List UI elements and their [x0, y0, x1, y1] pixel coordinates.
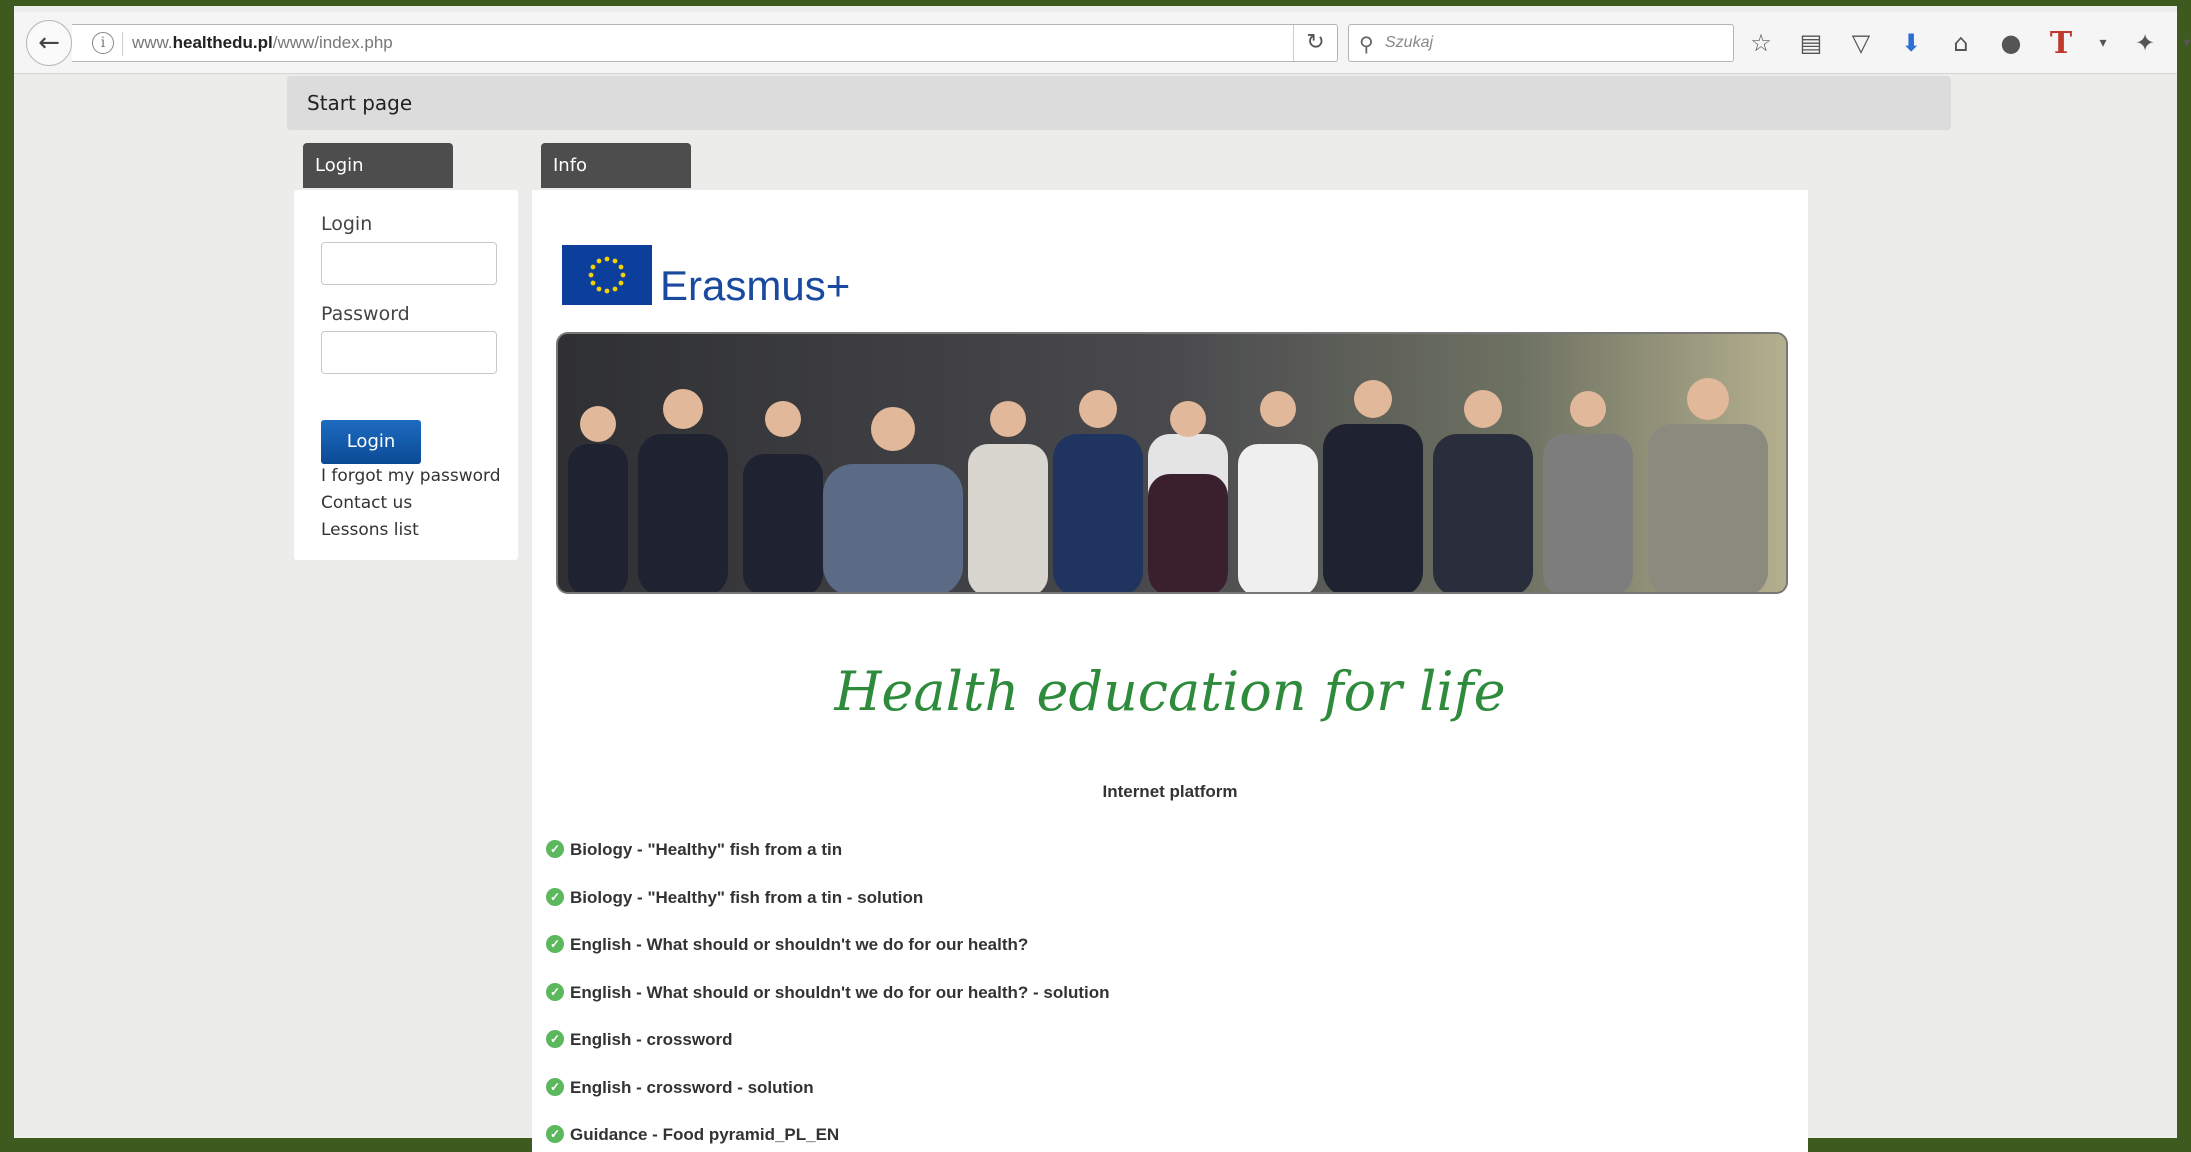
list-item[interactable]: ✓ English - What should or shouldn't we d…	[546, 935, 1110, 983]
reload-icon[interactable]: ↻	[1293, 25, 1337, 61]
login-panel: Login Password Login I forgot my passwor…	[294, 190, 518, 560]
check-icon: ✓	[546, 840, 564, 858]
list-item[interactable]: ✓ Guidance - Food pyramid_PL_EN	[546, 1125, 1110, 1152]
search-icon: ⚲	[1359, 32, 1374, 56]
address-bar[interactable]: i www.healthedu.pl/www/index.php ↻	[72, 24, 1338, 62]
password-input[interactable]	[321, 331, 497, 374]
list-item[interactable]: ✓ English - What should or shouldn't we d…	[546, 982, 1110, 1031]
check-icon: ✓	[546, 982, 564, 1001]
login-button[interactable]: Login	[321, 420, 421, 464]
lesson-link[interactable]: English - What should or shouldn't we do…	[570, 935, 1028, 955]
url-separator	[122, 32, 123, 56]
headline: Health education for life	[834, 660, 1506, 723]
menu-chevron-down-icon[interactable]: ▾	[2180, 35, 2191, 51]
browser-toolbar: ← i www.healthedu.pl/www/index.php ↻ ⚲ S…	[14, 12, 2191, 74]
home-icon[interactable]: ⌂	[1946, 29, 1976, 57]
bookmark-star-icon[interactable]: ☆	[1746, 29, 1776, 57]
erasmus-logo-text: Erasmus+	[660, 262, 851, 309]
chevron-down-icon[interactable]: ▾	[2096, 35, 2110, 51]
check-icon: ✓	[546, 1077, 564, 1096]
group-photo	[556, 332, 1788, 594]
pocket-icon[interactable]: ▽	[1846, 29, 1876, 57]
list-item[interactable]: ✓ Biology - "Healthy" fish from a tin - s…	[546, 887, 1110, 936]
check-icon: ✓	[546, 887, 564, 906]
subheading: Internet platform	[1102, 782, 1238, 801]
url-text[interactable]: www.healthedu.pl/www/index.php	[132, 33, 393, 53]
lesson-link[interactable]: Biology - "Healthy" fish from a tin	[570, 840, 842, 860]
login-input[interactable]	[321, 242, 497, 285]
start-page-label[interactable]: Start page	[307, 91, 412, 115]
site-info-icon[interactable]: i	[92, 32, 114, 54]
extension-icon[interactable]: ✦	[2130, 29, 2160, 57]
lesson-link[interactable]: Biology - "Healthy" fish from a tin - so…	[570, 888, 923, 908]
chat-icon[interactable]: ●	[1996, 29, 2026, 57]
eu-flag-icon	[562, 245, 652, 305]
list-item[interactable]: ✓ English - crossword	[546, 1030, 1110, 1078]
t-extension-icon[interactable]: T	[2046, 26, 2076, 61]
check-icon: ✓	[546, 1125, 564, 1143]
reading-list-icon[interactable]: ▤	[1796, 29, 1826, 57]
start-page-bar[interactable]: Start page	[287, 76, 1951, 130]
lesson-link[interactable]: English - What should or shouldn't we do…	[570, 983, 1110, 1003]
search-bar[interactable]: ⚲ Szukaj	[1348, 24, 1734, 62]
search-placeholder: Szukaj	[1385, 34, 1434, 51]
tab-info: Info	[541, 143, 691, 188]
back-arrow-icon[interactable]: ←	[26, 20, 72, 66]
forgot-password-link[interactable]: I forgot my password	[321, 466, 501, 486]
password-label: Password	[321, 303, 410, 325]
lesson-link[interactable]: Guidance - Food pyramid_PL_EN	[570, 1125, 839, 1145]
lesson-link[interactable]: English - crossword - solution	[570, 1078, 814, 1098]
lessons-list-link[interactable]: Lessons list	[321, 520, 419, 540]
toolbar-icons: ☆ ▤ ▽ ⬇ ⌂ ● T ▾ ✦ ▾	[1746, 24, 2191, 62]
login-label: Login	[321, 213, 373, 235]
check-icon: ✓	[546, 1030, 564, 1048]
list-item[interactable]: ✓ Biology - "Healthy" fish from a tin	[546, 840, 1110, 888]
lesson-link[interactable]: English - crossword	[570, 1030, 732, 1050]
check-icon: ✓	[546, 935, 564, 953]
download-icon[interactable]: ⬇	[1896, 29, 1926, 57]
info-panel: Erasmus+ Health education for life Inter…	[532, 190, 1808, 1152]
contact-us-link[interactable]: Contact us	[321, 493, 412, 513]
lesson-list: ✓ Biology - "Healthy" fish from a tin ✓ Bi…	[546, 840, 1110, 1152]
list-item[interactable]: ✓ English - crossword - solution	[546, 1077, 1110, 1126]
tab-login: Login	[303, 143, 453, 188]
